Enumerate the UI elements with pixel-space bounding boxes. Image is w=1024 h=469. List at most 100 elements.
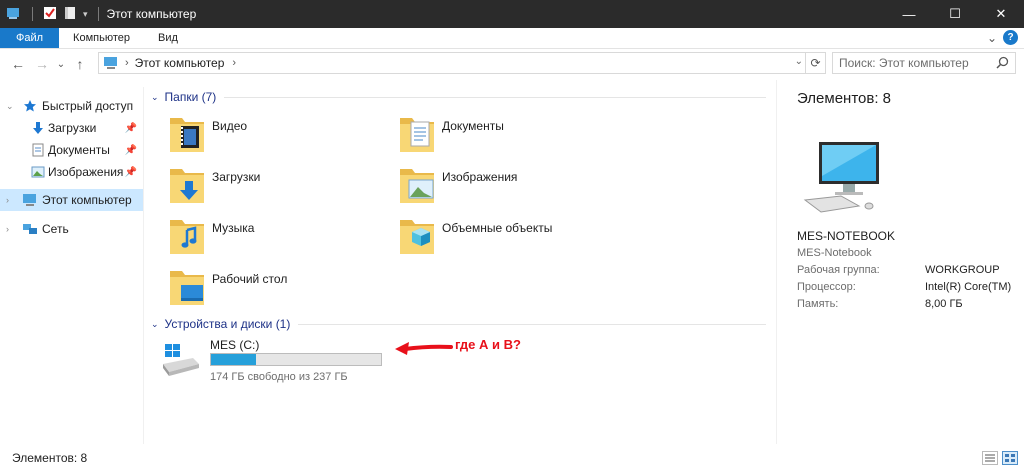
search-icon[interactable] [996,56,1009,72]
address-dropdown-icon[interactable]: ⌄ [795,56,803,67]
video-folder-icon [167,112,207,156]
pin-icon[interactable]: 📌 [125,167,137,178]
help-button[interactable]: ? [1003,30,1018,45]
tab-view[interactable]: Вид [144,28,192,48]
pictures-icon [30,164,46,180]
details-value: 8,00 ГБ [925,298,963,310]
search-input[interactable]: Поиск: Этот компьютер [839,56,969,70]
group-title: Папки (7) [164,90,217,104]
ribbon-tabs: Файл Компьютер Вид ⌄ ? [0,28,1024,49]
sidebar-item-documents[interactable]: Документы 📌 [0,139,143,161]
navigation-bar: ← → ⌄ ↑ › Этот компьютер › ⌄ ⟳ Поиск: Эт… [0,49,1024,79]
properties-icon[interactable] [43,6,57,23]
collapse-chevron-icon[interactable]: ⌄ [151,92,159,103]
drive-free-space: 174 ГБ свободно из 237 ГБ [210,371,348,383]
back-button[interactable]: ← [6,52,30,76]
details-key: Процессор: [797,281,856,293]
folder-label: Музыка [212,221,255,235]
sidebar-item-pictures[interactable]: Изображения 📌 [0,161,143,183]
sidebar-item-network[interactable]: › Сеть [0,218,143,240]
forward-button[interactable]: → [30,52,54,76]
pin-icon[interactable]: 📌 [125,145,137,156]
folder-tile-documents[interactable]: Документы [397,112,617,158]
computer-icon [22,192,38,208]
breadcrumb-item[interactable]: Этот компьютер [135,56,225,70]
sidebar-item-downloads[interactable]: Загрузки 📌 [0,117,143,139]
folder-label: Загрузки [212,170,261,184]
sidebar-item-quick-access[interactable]: ⌄ Быстрый доступ [0,95,143,117]
folder-tile-desktop[interactable]: Рабочий стол [167,265,387,311]
folder-label: Видео [212,119,248,133]
documents-icon [30,142,46,158]
details-key: Рабочая группа: [797,264,880,276]
sidebar-item-label: Изображения [48,165,124,179]
folders-group-header[interactable]: ⌄ Папки (7) [151,90,766,104]
expand-ribbon-icon[interactable]: ⌄ [987,31,997,45]
address-bar[interactable]: › Этот компьютер › ⌄ ⟳ [98,52,826,74]
recent-locations-button[interactable]: ⌄ [54,52,68,76]
up-button[interactable]: ↑ [68,52,92,76]
sidebar-item-label: Этот компьютер [42,193,132,207]
content-pane: ⌄ Папки (7) Видео Документы Загрузки Изо… [145,80,770,444]
expand-chevron-icon[interactable]: › [6,224,9,234]
sidebar-item-label: Сеть [42,222,69,236]
breadcrumb-chevron-icon[interactable]: › [232,57,236,69]
folder-tile-pictures[interactable]: Изображения [397,163,617,209]
collapse-chevron-icon[interactable]: ⌄ [151,319,159,330]
search-box[interactable]: Поиск: Этот компьютер [832,52,1016,74]
maximize-button[interactable]: ☐ [932,0,978,28]
folder-tile-video[interactable]: Видео [167,112,387,158]
status-bar: Элементов: 8 [0,447,1024,469]
minimize-button[interactable]: — [886,0,932,28]
details-value: Intel(R) Core(TM) [925,281,1012,293]
explorer-app-icon[interactable] [6,6,22,23]
group-divider [298,323,766,325]
tab-computer[interactable]: Компьютер [59,28,144,48]
collapse-chevron-icon[interactable]: ⌄ [6,101,14,112]
refresh-button[interactable]: ⟳ [805,53,825,73]
windows-drive-icon [161,344,201,381]
toolbar-separator [97,7,99,21]
folder-tile-downloads[interactable]: Загрузки [167,163,387,209]
drive-usage-bar [210,353,382,366]
downloads-folder-icon [167,163,207,207]
annotation: где А и В? [395,337,537,367]
details-computer-name: MES-NOTEBOOK [797,229,896,243]
details-value: WORKGROUP [925,264,1000,276]
group-divider [224,96,766,98]
close-button[interactable]: ✕ [978,0,1024,28]
star-icon [22,98,38,114]
pin-icon[interactable]: 📌 [125,123,137,134]
breadcrumb-chevron-icon[interactable]: › [125,57,129,69]
tab-file[interactable]: Файл [0,28,60,48]
drives-group-header[interactable]: ⌄ Устройства и диски (1) [151,317,766,331]
folder-label: Рабочий стол [212,272,288,286]
details-computer-description: MES-Notebook [797,247,872,259]
expand-chevron-icon[interactable]: › [6,195,9,205]
folder-label: Документы [442,119,504,133]
folder-tile-3d-objects[interactable]: Объемные объекты [397,214,617,260]
folder-tile-music[interactable]: Музыка [167,214,387,260]
annotation-text: где А и В? [455,337,521,352]
desktop-computer-icon [801,140,885,217]
sidebar-item-this-pc[interactable]: › Этот компьютер [0,189,143,211]
quick-access-toolbar: ▾ [0,0,103,28]
title-bar: ▾ Этот компьютер — ☐ ✕ [0,0,1024,28]
navigation-pane: ⌄ Быстрый доступ Загрузки 📌 Документы 📌 … [0,87,143,444]
sidebar-item-label: Документы [48,143,110,157]
pane-divider[interactable] [143,87,144,444]
view-switcher [982,451,1018,465]
tiles-view-icon[interactable] [1002,451,1018,465]
desktop-folder-icon [167,265,207,309]
toolbar-separator [32,7,33,21]
customize-toolbar-icon[interactable]: ▾ [83,9,88,20]
folder-label: Изображения [442,170,518,184]
new-folder-icon[interactable] [63,6,77,23]
drive-tile-c[interactable]: MES (C:) 174 ГБ свободно из 237 ГБ [161,336,401,386]
details-view-icon[interactable] [982,451,998,465]
computer-icon [103,56,119,70]
status-item-count: Элементов: 8 [12,451,88,465]
drive-usage-fill [211,354,257,365]
sidebar-item-label: Загрузки [48,121,97,135]
pictures-folder-icon [397,163,437,207]
